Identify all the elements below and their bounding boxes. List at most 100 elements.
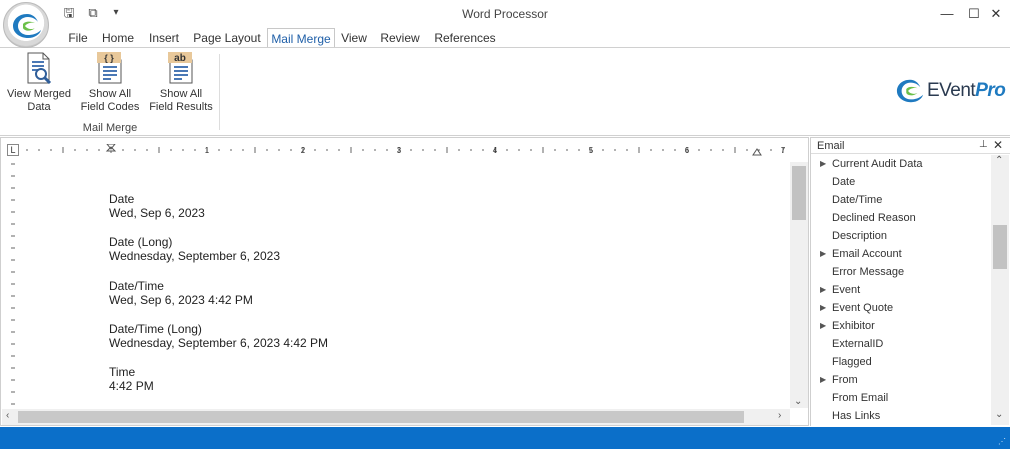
field-value: Wednesday, September 6, 2023 4:42 PM — [109, 336, 329, 350]
panel-title: Email — [817, 140, 845, 152]
pin-icon[interactable]: ⊥ — [979, 139, 988, 150]
panel-vertical-scrollbar[interactable]: ⌃ ⌄ — [991, 155, 1009, 425]
merge-field-block: Date/Time Wed, Sep 6, 2023 4:42 PM — [109, 279, 253, 307]
title-bar: 🖫 ⧉ ▾ Word Processor — ☐ ✕ — [0, 0, 1010, 48]
merge-field-block: Date/Time (Long) Wednesday, September 6, … — [109, 322, 328, 350]
panel-header: Email ⊥ ✕ — [811, 138, 1010, 154]
horizontal-ruler[interactable]: 1 2 3 4 5 6 7 — [25, 144, 789, 156]
scroll-thumb[interactable] — [792, 166, 806, 220]
expand-arrow-icon[interactable]: ▶ — [820, 371, 826, 389]
tree-item-label: Error Message — [832, 266, 905, 278]
expand-arrow-icon[interactable]: ▶ — [820, 155, 826, 173]
tab-view[interactable]: View — [338, 28, 370, 48]
ruler-number: 4 — [493, 146, 498, 155]
tree-item-label: Email Account — [832, 248, 902, 260]
expand-arrow-icon[interactable]: ▶ — [820, 317, 826, 335]
tree-item-label: Declined Reason — [832, 212, 916, 224]
field-value: Wed, Sep 6, 2023 4:42 PM — [109, 293, 253, 307]
document-vertical-scrollbar[interactable] — [790, 162, 808, 408]
close-button[interactable]: ✕ — [984, 3, 1008, 25]
maximize-button[interactable]: ☐ — [962, 3, 986, 25]
tree-item[interactable]: ExternalID — [811, 335, 989, 353]
tree-item[interactable]: ▶ From — [811, 371, 989, 389]
tree-item[interactable]: ▶ Email Account — [811, 245, 989, 263]
expand-arrow-icon[interactable]: ▶ — [820, 299, 826, 317]
tree-item-label: ExternalID — [832, 338, 884, 350]
ribbon-tabs: File Home Insert Page Layout Mail Merge … — [0, 28, 1010, 48]
tab-mail-merge[interactable]: Mail Merge — [267, 28, 335, 48]
view-merged-data-icon — [24, 52, 54, 85]
tab-review[interactable]: Review — [377, 28, 423, 48]
field-codes-icon: { } — [95, 52, 125, 84]
resize-grip-icon[interactable]: ⋰ — [998, 437, 1006, 446]
scroll-left-arrow-icon[interactable]: ‹ — [6, 410, 9, 421]
merge-field-block: Time 4:42 PM — [109, 365, 154, 393]
left-indent-marker-icon — [105, 144, 117, 152]
scroll-up-arrow-icon[interactable]: ⌃ — [995, 155, 1003, 166]
tree-item-label: Event — [832, 284, 861, 296]
tree-item[interactable]: Error Message — [811, 263, 989, 281]
show-all-field-results-button[interactable]: ab Show All Field Results — [146, 52, 216, 114]
group-divider — [219, 54, 220, 130]
right-indent-marker-icon — [752, 148, 762, 156]
tree-item-label: From — [832, 374, 858, 386]
app-logo-button[interactable] — [3, 2, 49, 48]
view-merged-data-label: View Merged Data — [7, 88, 71, 113]
ribbon: View Merged Data { } Show All Field Code… — [0, 47, 1010, 136]
field-label: Time — [109, 365, 136, 379]
tab-home[interactable]: Home — [98, 28, 138, 48]
tree-item-label: From Email — [832, 392, 889, 404]
tree-item-label: Has Links — [832, 410, 881, 422]
tree-item[interactable]: Date/Time — [811, 191, 989, 209]
ruler-number: 1 — [205, 146, 210, 155]
window-title: Word Processor — [462, 7, 548, 21]
tree-item[interactable]: ▶ Event — [811, 281, 989, 299]
panel-close-icon[interactable]: ✕ — [993, 138, 1003, 152]
expand-arrow-icon[interactable]: ▶ — [820, 245, 826, 263]
merge-field-block: Date (Long) Wednesday, September 6, 2023 — [109, 235, 280, 263]
tab-stop-selector[interactable]: L — [7, 144, 19, 156]
field-list-panel: Email ⊥ ✕ ▶ Current Audit Data Date Date/Ti… — [810, 137, 1010, 426]
scroll-down-arrow-icon[interactable]: ⌄ — [794, 396, 802, 407]
tree-item[interactable]: Description — [811, 227, 989, 245]
tree-item-label: Current Audit Data — [832, 158, 923, 170]
status-bar: ⋰ — [0, 427, 1010, 449]
ruler-number: 5 — [589, 146, 594, 155]
expand-arrow-icon[interactable]: ▶ — [820, 281, 826, 299]
tab-insert[interactable]: Insert — [142, 28, 186, 48]
document-horizontal-scrollbar[interactable]: ‹ › — [2, 409, 790, 425]
field-label: Date/Time (Long) — [109, 322, 202, 336]
tree-item[interactable]: Date — [811, 173, 989, 191]
tree-item[interactable]: ▶ Event Quote — [811, 299, 989, 317]
field-results-badge: ab — [174, 53, 186, 64]
minimize-button[interactable]: — — [935, 3, 959, 25]
tree-item-label: Date — [832, 176, 856, 188]
document-area[interactable]: L 1 2 3 4 5 6 7 Date Wed, Sep 6, 2023 Date (Long… — [0, 137, 809, 426]
ruler-number: 2 — [301, 146, 306, 155]
tree-item[interactable]: ▶ Current Audit Data — [811, 155, 989, 173]
tree-item[interactable]: ▶ Exhibitor — [811, 317, 989, 335]
tab-page-layout[interactable]: Page Layout — [190, 28, 264, 48]
eventpro-logo-icon — [13, 14, 41, 38]
tab-references[interactable]: References — [430, 28, 500, 48]
ruler-number: 3 — [397, 146, 402, 155]
scroll-right-arrow-icon[interactable]: › — [778, 410, 781, 421]
view-merged-data-button[interactable]: View Merged Data — [4, 52, 74, 114]
field-value: Wed, Sep 6, 2023 — [109, 206, 205, 220]
tree-item[interactable]: From Email — [811, 389, 989, 407]
show-all-field-codes-label: Show All Field Codes — [80, 88, 140, 113]
tree-item[interactable]: Has Links — [811, 407, 989, 425]
tree-item[interactable]: Declined Reason — [811, 209, 989, 227]
scroll-thumb[interactable] — [18, 411, 744, 423]
tab-file[interactable]: File — [62, 28, 94, 48]
ruler-number: 6 — [685, 146, 690, 155]
scroll-thumb[interactable] — [993, 225, 1007, 269]
field-results-icon: ab — [166, 52, 196, 84]
field-label: Date — [109, 192, 135, 206]
show-all-field-codes-button[interactable]: { } Show All Field Codes — [78, 52, 142, 114]
scroll-down-arrow-icon[interactable]: ⌄ — [995, 409, 1003, 420]
vertical-ruler[interactable] — [7, 162, 19, 416]
tree-item-label: Description — [832, 230, 888, 242]
tree-item-label: Flagged — [832, 356, 872, 368]
tree-item[interactable]: Flagged — [811, 353, 989, 371]
